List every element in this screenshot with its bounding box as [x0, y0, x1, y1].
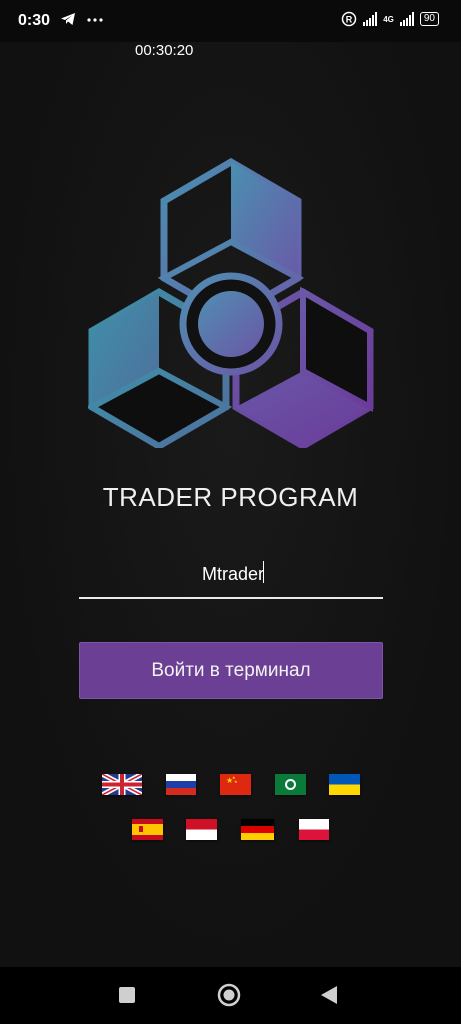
status-bar: 0:30 R 4G 90 — [0, 0, 461, 42]
recents-square-icon[interactable] — [118, 986, 136, 1004]
home-circle-icon[interactable] — [217, 983, 241, 1007]
app-logo-icon — [88, 158, 374, 448]
signal-4g-icon — [399, 12, 414, 26]
flag-cn-icon[interactable]: ★ ★ ★ — [220, 774, 251, 795]
more-dots-icon — [87, 18, 104, 22]
overlay-timer: 00:30:20 — [135, 42, 194, 59]
system-nav-bar — [0, 967, 461, 1024]
back-triangle-icon[interactable] — [320, 985, 338, 1005]
signal-icon — [363, 12, 378, 26]
flag-es-icon[interactable] — [132, 819, 163, 840]
flag-ru-icon[interactable] — [166, 774, 196, 795]
svg-text:R: R — [346, 15, 353, 25]
svg-text:★: ★ — [234, 779, 238, 784]
telegram-icon — [61, 12, 75, 25]
battery-level: 90 — [423, 13, 435, 24]
login-field[interactable] — [79, 555, 387, 599]
status-time: 0:30 — [18, 12, 51, 29]
login-input[interactable] — [79, 555, 387, 593]
flag-ua-icon[interactable] — [329, 774, 360, 795]
network-label: 4G — [383, 14, 394, 24]
status-left-icons — [60, 10, 104, 28]
flag-uk-icon[interactable] — [102, 774, 142, 795]
text-cursor — [263, 561, 264, 583]
flag-arab-icon[interactable] — [275, 774, 306, 795]
app-title: TRADER PROGRAM — [102, 482, 359, 512]
status-right-icons: R 4G 90 — [341, 11, 439, 27]
registered-icon: R — [341, 11, 357, 27]
flag-id-icon[interactable] — [186, 819, 217, 840]
flag-de-icon[interactable] — [241, 819, 274, 840]
flag-pl-icon[interactable] — [299, 819, 329, 840]
battery-icon: 90 — [419, 12, 439, 26]
enter-terminal-button[interactable]: Войти в терминал — [79, 642, 383, 699]
